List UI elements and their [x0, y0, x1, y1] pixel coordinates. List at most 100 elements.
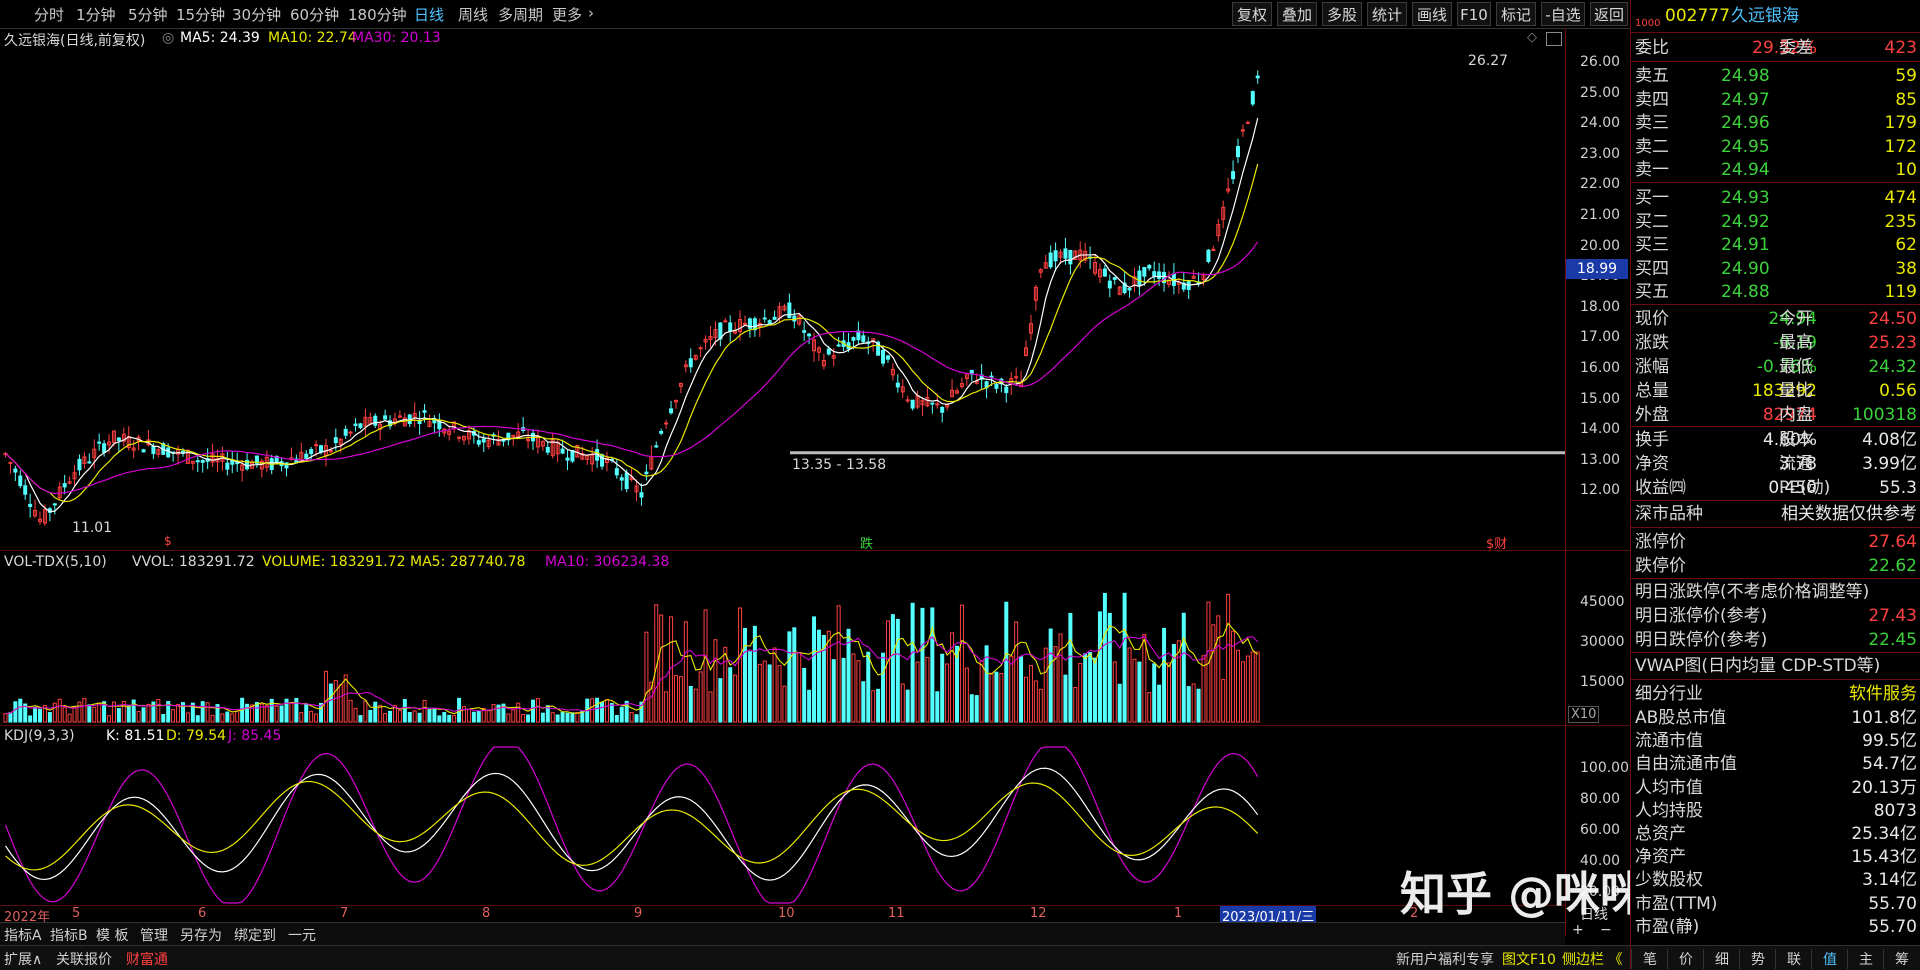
new-user-promo[interactable]: 新用户福利专享 — [1396, 949, 1494, 969]
volume-tick: 45000 — [1580, 594, 1625, 610]
tab-30min[interactable]: 30分钟 — [232, 4, 281, 25]
fundamental-row: 市盈(TTM) 55.70 — [1635, 893, 1917, 914]
bid-row[interactable]: 买五 24.88 119 — [1631, 280, 1920, 304]
right-nav-0[interactable]: 笔 — [1631, 949, 1668, 969]
stat-row: 涨跌 -0.19 最高 25.23 — [1635, 333, 1917, 353]
month-tick: 7 — [340, 906, 349, 921]
fundamental-row: 人均持股 8073 — [1635, 800, 1917, 821]
f10-link[interactable]: 图文F10 — [1502, 949, 1556, 969]
multi-stock-button[interactable]: 多股 — [1322, 2, 1362, 26]
low-price-label: 11.01 — [72, 520, 113, 536]
tab-yiyuan[interactable]: 一元 — [288, 925, 316, 945]
ask-row[interactable]: 卖二 24.95 172 — [1631, 135, 1920, 159]
tab-180min[interactable]: 180分钟 — [348, 4, 407, 25]
kdj-tick: 60.00 — [1580, 822, 1621, 838]
fundamental-row: AB股总市值 101.8亿 — [1635, 708, 1917, 728]
vvol-legend: VVOL: 183291.72 — [132, 554, 255, 570]
f10-button[interactable]: F10 — [1457, 2, 1491, 26]
draw-button[interactable]: 画线 — [1412, 2, 1452, 26]
stats-button[interactable]: 统计 — [1367, 2, 1407, 26]
tab-bind-to[interactable]: 绑定到 — [234, 925, 276, 945]
tab-manage[interactable]: 管理 — [140, 925, 168, 945]
zoom-out-button[interactable]: − — [1600, 922, 1612, 938]
expand-button[interactable]: 扩展∧ — [4, 949, 42, 969]
bid-row[interactable]: 买三 24.91 62 — [1631, 233, 1920, 257]
date-axis: 2022年 5 6 7 8 9 10 11 12 1 2023/01/11/三 2 — [0, 905, 1565, 925]
ask-row[interactable]: 卖四 24.97 85 — [1631, 88, 1920, 112]
vol-ma10-legend: MA10: 306234.38 — [545, 554, 670, 570]
limit-up-row: 涨停价 27.64 — [1635, 532, 1917, 552]
fundamental-row: 自由流通市值 54.7亿 — [1635, 754, 1917, 775]
ask-row[interactable]: 卖三 24.96 179 — [1631, 111, 1920, 135]
sidebar-toggle[interactable]: 侧边栏 《 — [1562, 949, 1622, 969]
right-nav-3[interactable]: 势 — [1739, 949, 1776, 969]
period-toolbar: 分时 1分钟 5分钟 15分钟 30分钟 60分钟 180分钟 日线 周线 多周… — [0, 0, 1630, 29]
price-tick: 24.00 — [1580, 115, 1621, 132]
stock-header: 1000 002777 久远银海 — [1631, 4, 1920, 30]
tab-15min[interactable]: 15分钟 — [176, 4, 225, 25]
back-button[interactable]: 返回 — [1590, 2, 1628, 26]
right-nav-1[interactable]: 价 — [1667, 949, 1704, 969]
ask-row[interactable]: 卖一 24.94 10 — [1631, 158, 1920, 182]
bid-row[interactable]: 买一 24.93 474 — [1631, 186, 1920, 210]
tab-fenshi[interactable]: 分时 — [34, 4, 64, 25]
mark-button[interactable]: 标记 — [1496, 2, 1536, 26]
market-row: 深市品种 相关数据仅供参考 — [1635, 504, 1917, 524]
price-tick: 21.00 — [1580, 207, 1621, 223]
bid-row[interactable]: 买二 24.92 235 — [1631, 210, 1920, 234]
price-tick: 12.00 — [1580, 482, 1621, 499]
tab-save-as[interactable]: 另存为 — [180, 925, 222, 945]
limit-down-row: 跌停价 22.62 — [1635, 556, 1917, 576]
volume-unit: X10 — [1568, 706, 1600, 723]
axis-divider — [1565, 28, 1566, 936]
vol-ma5-legend: MA5: 287740.78 — [410, 554, 526, 570]
tab-template[interactable]: 模 板 — [96, 925, 128, 945]
tab-indicator-b[interactable]: 指标B — [50, 925, 88, 945]
volume-chart — [3, 592, 1260, 723]
tab-more[interactable]: 更多 — [552, 4, 582, 25]
volume-legend: VOLUME: 183291.72 — [262, 554, 406, 570]
tab-multi-period[interactable]: 多周期 — [498, 4, 543, 25]
range-label: 13.35 - 13.58 — [792, 457, 887, 473]
price-tick: 14.00 — [1580, 421, 1621, 438]
kdj-j-legend: J: 85.45 — [228, 728, 282, 744]
fundamental-row: 总资产 25.34亿 — [1635, 824, 1917, 844]
price-tick: 22.00 — [1580, 176, 1621, 193]
tab-daily[interactable]: 日线 — [414, 4, 444, 25]
price-tick: 26.00 — [1580, 54, 1621, 70]
wealth-tab[interactable]: 财富通 — [126, 949, 168, 969]
overlay-button[interactable]: 叠加 — [1277, 2, 1317, 26]
vol-legend-name: VOL-TDX(5,10) — [4, 554, 107, 570]
event-marker-1[interactable]: $ — [164, 534, 172, 548]
related-quotes-tab[interactable]: 关联报价 — [56, 949, 112, 969]
fuquan-button[interactable]: 复权 — [1232, 2, 1272, 26]
right-nav-4[interactable]: 联 — [1775, 949, 1812, 969]
tab-60min[interactable]: 60分钟 — [290, 4, 339, 25]
right-nav-6[interactable]: 主 — [1847, 949, 1884, 969]
stat2-row: 净资 3.78 流通 3.99亿 — [1635, 454, 1917, 474]
right-nav-7[interactable]: 筹 — [1883, 949, 1920, 969]
month-tick: 12 — [1030, 906, 1047, 921]
month-tick: 9 — [634, 906, 643, 921]
price-tick: 17.00 — [1580, 329, 1621, 346]
price-tick: 25.00 — [1580, 84, 1621, 101]
stat-row: 现价 24.94 今开 24.50 — [1635, 309, 1917, 329]
stat-row: 涨幅 -0.76% 最低 24.32 — [1635, 357, 1917, 377]
tab-indicator-a[interactable]: 指标A — [4, 925, 42, 945]
tab-5min[interactable]: 5分钟 — [128, 4, 168, 25]
chevron-right-icon[interactable]: › — [588, 4, 594, 22]
month-tick: 5 — [72, 906, 81, 921]
right-nav-5[interactable]: 值 — [1811, 949, 1848, 969]
month-tick: 10 — [778, 906, 795, 921]
right-nav-2[interactable]: 细 — [1703, 949, 1740, 969]
panel-divider — [0, 550, 1630, 551]
ask-row[interactable]: 卖五 24.98 59 — [1631, 64, 1920, 88]
fundamental-row: 市盈(静) 55.70 — [1635, 916, 1917, 937]
tab-weekly[interactable]: 周线 — [458, 4, 488, 25]
zoom-in-button[interactable]: + — [1572, 922, 1584, 938]
tab-1min[interactable]: 1分钟 — [76, 4, 116, 25]
bid-row[interactable]: 买四 24.90 38 — [1631, 257, 1920, 281]
fundamental-row: 人均市值 20.13万 — [1635, 777, 1917, 798]
watchlist-button[interactable]: -自选 — [1541, 2, 1585, 26]
vwap-link[interactable]: VWAP图(日内均量 CDP-STD等) — [1631, 654, 1920, 678]
